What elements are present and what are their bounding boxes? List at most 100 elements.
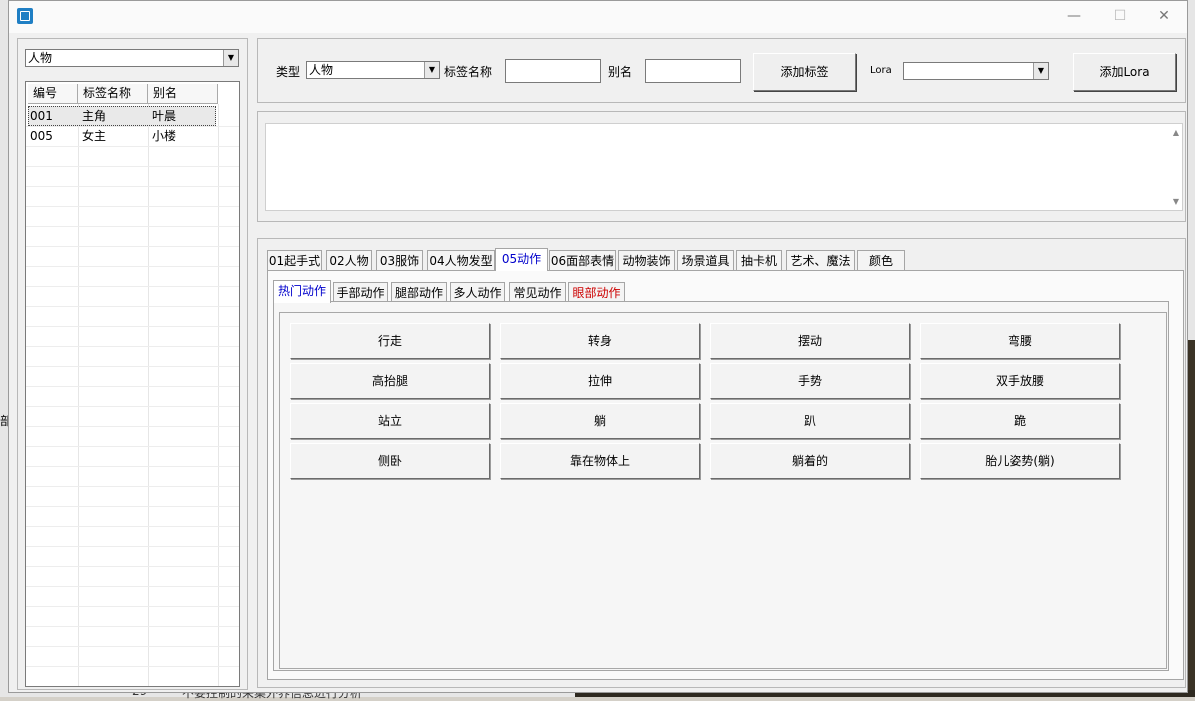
- grid-line: [26, 546, 239, 547]
- chevron-down-icon[interactable]: ▼: [223, 50, 238, 66]
- column-header-alias[interactable]: 别名: [148, 84, 218, 104]
- subtab-multi-person-actions[interactable]: 多人动作: [450, 282, 505, 303]
- type-label: 类型: [276, 65, 301, 79]
- tab-03-clothing[interactable]: 03服饰: [376, 250, 423, 271]
- grid-line: [26, 446, 239, 447]
- chevron-down-icon[interactable]: ▼: [1033, 63, 1048, 79]
- alias-label: 别名: [608, 65, 633, 79]
- action-button-lean-on-object[interactable]: 靠在物体上: [500, 443, 700, 479]
- action-button-high-knees[interactable]: 高抬腿: [290, 363, 490, 399]
- subtab-popular-actions[interactable]: 热门动作: [273, 280, 331, 303]
- scroll-up-icon[interactable]: ▲: [1171, 128, 1181, 138]
- tab-animal-decor[interactable]: 动物装饰: [618, 250, 675, 271]
- action-button-bend[interactable]: 弯腰: [920, 323, 1120, 359]
- tab-gacha[interactable]: 抽卡机: [736, 250, 782, 271]
- tab-04-hairstyle[interactable]: 04人物发型: [427, 250, 495, 271]
- grid-line: [26, 366, 239, 367]
- grid-line: [26, 226, 239, 227]
- column-header-name[interactable]: 标签名称: [78, 84, 148, 104]
- column-header-id[interactable]: 编号: [28, 84, 78, 104]
- grid-line: [26, 506, 239, 507]
- type-select[interactable]: 人物 ▼: [306, 61, 440, 79]
- grid-line: [26, 586, 239, 587]
- chevron-down-icon[interactable]: ▼: [424, 62, 439, 78]
- grid-line: [26, 186, 239, 187]
- grid-line: [26, 266, 239, 267]
- tab-06-expression[interactable]: 06面部表情: [549, 250, 616, 271]
- grid-line: [26, 206, 239, 207]
- action-button-fetal-position[interactable]: 胎儿姿势(躺): [920, 443, 1120, 479]
- grid-line: [26, 666, 239, 667]
- action-button-walk[interactable]: 行走: [290, 323, 490, 359]
- title-bar: — ☐ ✕: [9, 1, 1187, 33]
- alias-input[interactable]: [645, 59, 741, 83]
- tab-color[interactable]: 颜色: [857, 250, 905, 271]
- action-button-turn[interactable]: 转身: [500, 323, 700, 359]
- action-button-lie[interactable]: 躺: [500, 403, 700, 439]
- grid-line: [26, 166, 239, 167]
- table-cell-alias: 叶晨: [152, 109, 177, 123]
- add-tag-button[interactable]: 添加标签: [753, 53, 856, 91]
- lora-select[interactable]: ▼: [903, 62, 1049, 80]
- table-cell-id: 005: [30, 129, 53, 143]
- subtab-hand-actions[interactable]: 手部动作: [333, 282, 388, 303]
- tab-01-start[interactable]: 01起手式: [267, 250, 322, 271]
- tag-name-label: 标签名称: [444, 65, 493, 79]
- grid-line: [26, 646, 239, 647]
- action-button-swing[interactable]: 摆动: [710, 323, 910, 359]
- subtab-leg-actions[interactable]: 腿部动作: [391, 282, 447, 303]
- table-row[interactable]: [28, 126, 216, 146]
- tag-list[interactable]: 编号 标签名称 别名 001 主角 叶晨 005 女主 小楼: [25, 81, 240, 687]
- subtab-eye-actions[interactable]: 眼部动作: [568, 282, 625, 303]
- grid-line: [26, 526, 239, 527]
- grid-line: [148, 104, 149, 686]
- tag-name-input[interactable]: [505, 59, 601, 83]
- background-image-strip: [1188, 340, 1195, 697]
- grid-line: [26, 306, 239, 307]
- action-button-stretch[interactable]: 拉伸: [500, 363, 700, 399]
- grid-line: [26, 146, 239, 147]
- grid-line: [26, 606, 239, 607]
- lora-label: Lora: [870, 65, 892, 76]
- action-button-lying-down[interactable]: 躺着的: [710, 443, 910, 479]
- app-window: — ☐ ✕ 人物 ▼ 编号 标签名称 别名 001 主角 叶晨 005 女主 小…: [8, 0, 1188, 693]
- prompt-textarea[interactable]: [265, 123, 1183, 211]
- grid-line: [26, 286, 239, 287]
- table-cell-id: 001: [30, 109, 53, 123]
- action-button-gesture[interactable]: 手势: [710, 363, 910, 399]
- add-lora-button[interactable]: 添加Lora: [1073, 53, 1176, 91]
- grid-line: [218, 104, 219, 686]
- grid-line: [78, 104, 79, 686]
- action-button-hands-on-hips[interactable]: 双手放腰: [920, 363, 1120, 399]
- action-button-stand[interactable]: 站立: [290, 403, 490, 439]
- table-cell-name: 女主: [82, 129, 107, 143]
- category-select-value: 人物: [28, 51, 53, 65]
- grid-line: [26, 566, 239, 567]
- tab-art-magic[interactable]: 艺术、魔法: [786, 250, 855, 271]
- scroll-down-icon[interactable]: ▼: [1171, 197, 1181, 207]
- grid-line: [26, 626, 239, 627]
- grid-line: [26, 486, 239, 487]
- table-cell-name: 主角: [82, 109, 107, 123]
- grid-line: [26, 406, 239, 407]
- minimize-button[interactable]: —: [1051, 1, 1097, 33]
- type-select-value: 人物: [309, 63, 334, 77]
- grid-line: [26, 386, 239, 387]
- grid-line: [26, 246, 239, 247]
- subtab-common-actions[interactable]: 常见动作: [509, 282, 566, 303]
- grid-line: [26, 426, 239, 427]
- action-button-prone[interactable]: 趴: [710, 403, 910, 439]
- category-select[interactable]: 人物 ▼: [25, 49, 239, 67]
- action-button-side-lying[interactable]: 侧卧: [290, 443, 490, 479]
- table-row[interactable]: [28, 106, 216, 126]
- close-button[interactable]: ✕: [1141, 1, 1187, 33]
- app-icon: [17, 8, 33, 24]
- tab-02-character[interactable]: 02人物: [326, 250, 372, 271]
- grid-line: [26, 326, 239, 327]
- grid-line: [26, 346, 239, 347]
- maximize-button[interactable]: ☐: [1097, 1, 1143, 33]
- tab-scene-props[interactable]: 场景道具: [677, 250, 734, 271]
- grid-line: [26, 466, 239, 467]
- action-button-kneel[interactable]: 跪: [920, 403, 1120, 439]
- tab-05-action[interactable]: 05动作: [495, 248, 548, 271]
